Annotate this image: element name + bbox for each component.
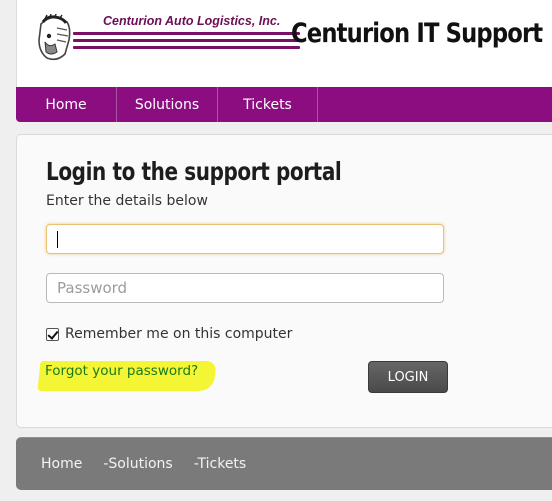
footer-link-tickets[interactable]: -Tickets xyxy=(194,456,246,472)
remember-me[interactable]: Remember me on this computer xyxy=(46,326,292,342)
footer-link-home[interactable]: Home xyxy=(41,456,82,472)
login-title: Login to the support portal xyxy=(46,157,342,186)
logo-stripes xyxy=(73,32,300,53)
remember-checkbox[interactable] xyxy=(46,327,59,341)
password-input[interactable] xyxy=(46,273,444,303)
login-panel: Login to the support portal Enter the de… xyxy=(16,134,552,428)
checkmark-icon xyxy=(47,327,59,340)
forgot-password-link[interactable]: Forgot your password? xyxy=(45,363,198,379)
nav-item-solutions[interactable]: Solutions xyxy=(117,87,218,122)
logo-text: Centurion Auto Logistics, Inc. xyxy=(103,14,281,28)
site-footer: Home -Solutions -Tickets xyxy=(16,437,552,490)
site-title: Centurion IT Support xyxy=(291,18,543,49)
text-caret xyxy=(57,231,58,248)
username-input[interactable] xyxy=(46,224,444,254)
site-header: Centurion Auto Logistics, Inc. Centurion… xyxy=(16,0,552,87)
footer-links: Home -Solutions -Tickets xyxy=(41,456,267,472)
spartan-helmet-icon xyxy=(38,14,71,61)
company-logo[interactable]: Centurion Auto Logistics, Inc. xyxy=(35,14,300,66)
footer-link-solutions[interactable]: -Solutions xyxy=(103,456,172,472)
remember-label: Remember me on this computer xyxy=(65,326,293,342)
login-button[interactable]: LOGIN xyxy=(368,361,448,393)
nav-item-home[interactable]: Home xyxy=(16,87,117,122)
main-nav: Home Solutions Tickets xyxy=(16,87,552,122)
login-subtitle: Enter the details below xyxy=(46,193,208,209)
nav-item-tickets[interactable]: Tickets xyxy=(218,87,318,122)
